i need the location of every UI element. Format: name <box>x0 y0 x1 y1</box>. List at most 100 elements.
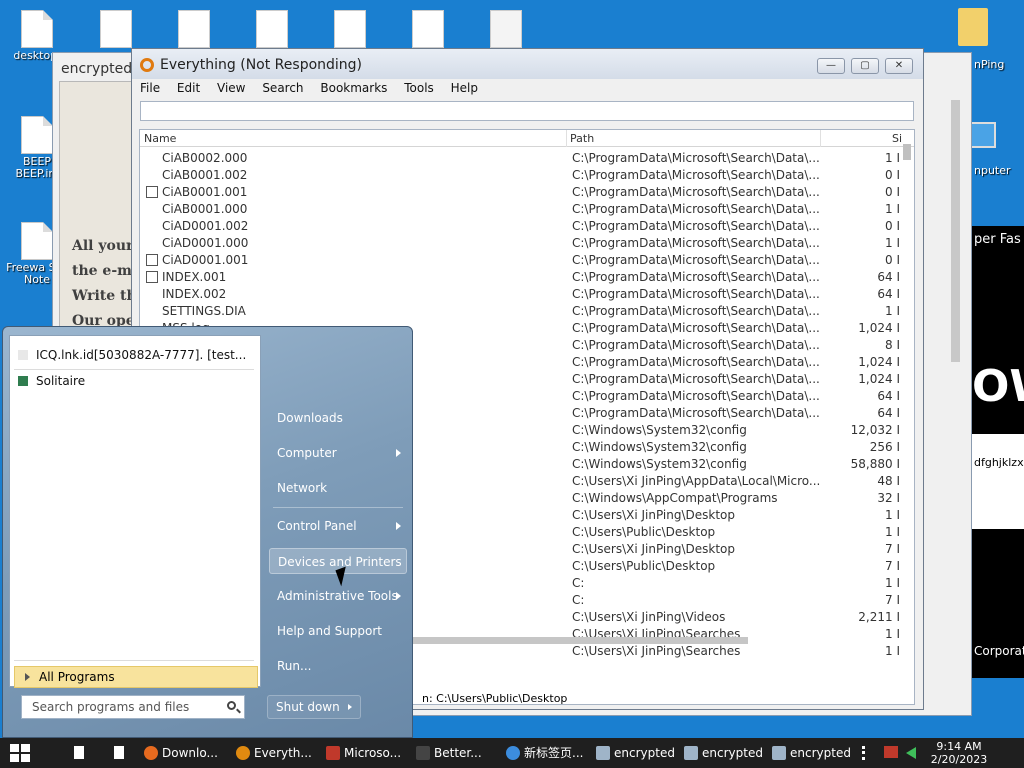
menu-edit[interactable]: Edit <box>177 79 200 97</box>
file-size-cell: 48 I <box>877 474 900 488</box>
file-path-cell: C:\Users\Public\Desktop <box>572 525 716 539</box>
start-search-input[interactable]: Search programs and files <box>21 695 245 719</box>
start-menu-left-pane: ICQ.lnk.id[5030882A-7777]. [test... Soli… <box>9 335 261 688</box>
menu-help[interactable]: Help <box>451 79 478 97</box>
scroll-thumb[interactable] <box>951 100 960 362</box>
taskbar-item-encrypted-2[interactable]: encrypted <box>684 740 764 766</box>
file-name-cell: CiAD0001.000 <box>162 236 249 250</box>
browser-ad-panel[interactable]: per Fas OW dfghjklzx Corporat <box>972 226 1024 678</box>
file-path-cell: C:\ProgramData\Microsoft\Search\Data\... <box>572 389 820 403</box>
start-button[interactable] <box>10 744 30 762</box>
menu-view[interactable]: View <box>217 79 245 97</box>
volume-icon[interactable] <box>906 747 916 759</box>
menu-bar: File Edit View Search Bookmarks Tools He… <box>140 79 491 99</box>
file-size-cell: 1,024 I <box>858 372 900 386</box>
start-link-administrative-tools[interactable]: Administrative Tools <box>269 583 407 609</box>
desktop-file-icon[interactable] <box>490 10 522 48</box>
taskbar-item-everything[interactable]: Everyth... <box>236 740 316 766</box>
file-name-cell: CiAB0001.002 <box>162 168 248 182</box>
table-row[interactable]: CiAD0001.000 C:\ProgramData\Microsoft\Sea… <box>140 235 904 252</box>
scroll-thumb[interactable] <box>362 637 748 644</box>
table-row[interactable]: SETTINGS.DIA C:\ProgramData\Microsoft\Sea… <box>140 303 904 320</box>
overflow-menu-icon[interactable] <box>862 746 866 760</box>
column-name[interactable]: Name <box>144 132 176 145</box>
start-menu: ICQ.lnk.id[5030882A-7777]. [test... Soli… <box>2 326 413 738</box>
file-size-cell: 58,880 I <box>850 457 900 471</box>
menu-tools[interactable]: Tools <box>404 79 434 97</box>
horizontal-scrollbar[interactable] <box>362 635 882 645</box>
search-input[interactable] <box>140 101 914 121</box>
quicklaunch-file-icon[interactable] <box>74 746 84 759</box>
desktop-file-icon[interactable] <box>412 10 444 48</box>
menu-file[interactable]: File <box>140 79 160 97</box>
window-title: encrypted <box>61 61 133 77</box>
pinned-item-solitaire[interactable]: Solitaire <box>18 374 85 388</box>
column-header: Name Path Si <box>140 130 914 147</box>
shut-down-button[interactable]: Shut down <box>267 695 361 719</box>
file-path-cell: C:\Users\Xi JinPing\Searches <box>572 644 741 658</box>
chevron-right-icon[interactable] <box>348 704 352 710</box>
system-clock[interactable]: 9:14 AM 2/20/2023 <box>924 740 994 766</box>
file-path-cell: C:\ProgramData\Microsoft\Search\Data\... <box>572 321 820 335</box>
table-row[interactable]: CiAB0001.002 C:\ProgramData\Microsoft\Sea… <box>140 167 904 184</box>
close-button[interactable]: ✕ <box>885 58 913 74</box>
desktop-file-icon[interactable] <box>334 10 366 48</box>
table-row[interactable]: INDEX.001 C:\ProgramData\Microsoft\Search… <box>140 269 904 286</box>
file-path-cell: C:\ProgramData\Microsoft\Search\Data\... <box>572 219 820 233</box>
desktop-file-icon[interactable] <box>100 10 132 48</box>
file-size-cell: 1 I <box>885 236 900 250</box>
menu-bookmarks[interactable]: Bookmarks <box>320 79 387 97</box>
start-link-help-and-support[interactable]: Help and Support <box>269 618 407 644</box>
file-path-cell: C:\Users\Xi JinPing\AppData\Local\Micro.… <box>572 474 821 488</box>
start-link-network[interactable]: Network <box>269 475 407 501</box>
taskbar-item-firefox[interactable]: Downlo... <box>144 740 224 766</box>
magnifier-icon <box>140 58 154 72</box>
start-link-downloads[interactable]: Downloads <box>269 405 407 431</box>
table-row[interactable]: CiAB0001.001 C:\ProgramData\Microsoft\Sea… <box>140 184 904 201</box>
scroll-thumb[interactable] <box>903 144 911 160</box>
app-icon <box>416 746 430 760</box>
column-path[interactable]: Path <box>570 132 594 145</box>
start-link-control-panel[interactable]: Control Panel <box>269 513 407 539</box>
table-row[interactable]: CiAB0001.000 C:\ProgramData\Microsoft\Sea… <box>140 201 904 218</box>
quicklaunch-file-icon[interactable] <box>114 746 124 759</box>
desktop-file-icon[interactable] <box>256 10 288 48</box>
file-path-cell: C:\Users\Xi JinPing\Desktop <box>572 542 736 556</box>
file-size-cell: 1 I <box>885 627 900 641</box>
desktop-file-icon[interactable] <box>178 10 210 48</box>
taskbar-item-label: Better... <box>434 746 482 760</box>
chevron-right-icon <box>25 673 30 681</box>
column-size[interactable]: Si <box>892 132 902 145</box>
taskbar-item-microsoft[interactable]: Microso... <box>326 740 406 766</box>
shut-down-label: Shut down <box>276 700 340 714</box>
taskbar-item-encrypted-3[interactable]: encrypted <box>772 740 852 766</box>
file-size-cell: 64 I <box>877 389 900 403</box>
network-warning-icon[interactable] <box>884 746 898 758</box>
pinned-item-icq[interactable]: ICQ.lnk.id[5030882A-7777]. [test... <box>18 348 246 362</box>
taskbar-item-encrypted-1[interactable]: encrypted <box>596 740 676 766</box>
file-size-cell: 1 I <box>885 525 900 539</box>
table-row[interactable]: INDEX.002 C:\ProgramData\Microsoft\Search… <box>140 286 904 303</box>
maximize-button[interactable]: ▢ <box>851 58 879 74</box>
start-link-computer[interactable]: Computer <box>269 440 407 466</box>
taskbar-item-better[interactable]: Better... <box>416 740 496 766</box>
start-link-label: Network <box>277 481 328 495</box>
file-path-cell: C:\Users\Public\Desktop <box>572 559 716 573</box>
file-name-cell: CiAD0001.001 <box>162 253 249 267</box>
vertical-scrollbar[interactable] <box>902 130 912 650</box>
user-folder-icon[interactable] <box>958 8 988 46</box>
start-link-label: Help and Support <box>277 624 382 638</box>
minimize-button[interactable]: — <box>817 58 845 74</box>
taskbar-item-label: encrypted <box>614 746 675 760</box>
table-row[interactable]: CiAB0002.000 C:\ProgramData\Microsoft\Sea… <box>140 150 904 167</box>
start-link-run[interactable]: Run... <box>269 653 407 679</box>
table-row[interactable]: CiAD0001.001 C:\ProgramData\Microsoft\Sea… <box>140 252 904 269</box>
start-link-label: Run... <box>277 659 312 673</box>
menu-search[interactable]: Search <box>262 79 303 97</box>
window-scrollbar[interactable] <box>948 86 964 706</box>
table-row[interactable]: CiAD0001.002 C:\ProgramData\Microsoft\Sea… <box>140 218 904 235</box>
all-programs-button[interactable]: All Programs <box>14 666 258 688</box>
title-bar[interactable]: Everything (Not Responding) — ▢ ✕ <box>132 49 923 79</box>
file-name-cell: SETTINGS.DIA <box>162 304 246 318</box>
taskbar-item-chrome[interactable]: 新标签页... <box>506 740 586 766</box>
